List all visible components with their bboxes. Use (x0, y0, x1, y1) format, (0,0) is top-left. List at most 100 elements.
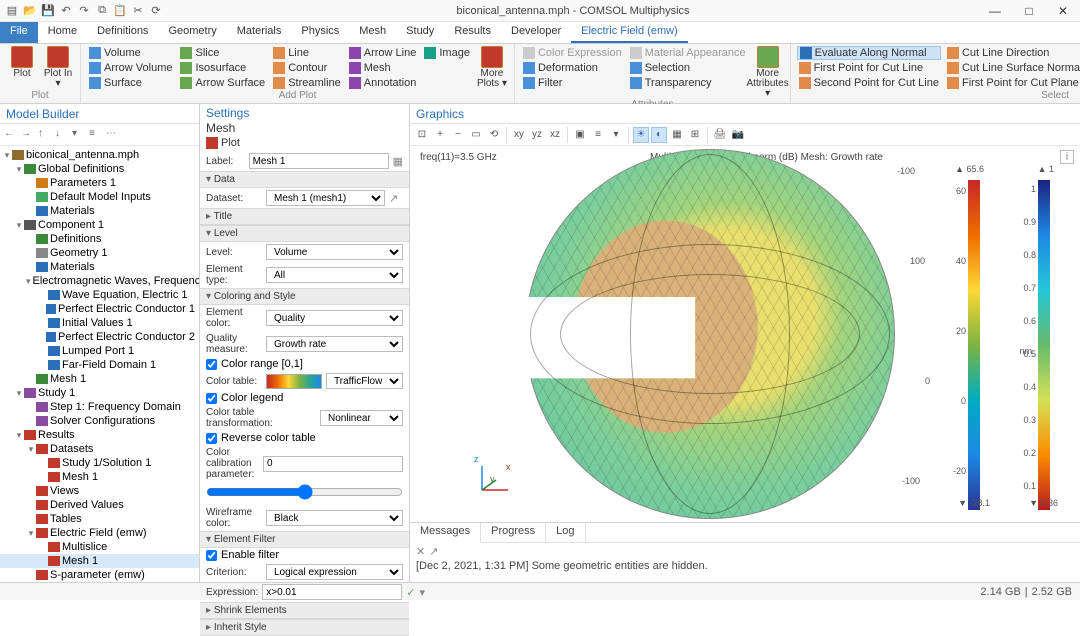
tree-node[interactable]: ▾Component 1 (0, 218, 199, 232)
arrow-line-button[interactable]: Arrow Line (347, 46, 419, 60)
color-range-checkbox[interactable] (206, 359, 217, 370)
elcolor-select[interactable]: Quality (266, 310, 403, 326)
more-plots-button[interactable]: More Plots ▾ (476, 46, 508, 89)
section-inherit[interactable]: Inherit Style (200, 619, 409, 636)
plot-in-button[interactable]: Plot In ▾ (42, 46, 74, 89)
tab-messages[interactable]: Messages (410, 523, 481, 543)
qat-copy-icon[interactable]: ⧉ (94, 3, 110, 19)
settings-plot-button[interactable]: Plot (206, 137, 403, 149)
surface-button[interactable]: Surface (87, 76, 174, 90)
tree-node[interactable]: Mesh 1 (0, 470, 199, 484)
image-button[interactable]: Image (422, 46, 472, 60)
tab-home[interactable]: Home (38, 22, 87, 43)
label-toggle-icon[interactable]: ▦ (393, 155, 403, 168)
tab-mesh[interactable]: Mesh (349, 22, 396, 43)
deformation-button[interactable]: Deformation (521, 61, 624, 75)
evaluate-along-normal-button[interactable]: Evaluate Along Normal (797, 46, 941, 60)
expr-validate-icon[interactable]: ✓ (406, 586, 415, 599)
section-data[interactable]: Data (200, 171, 409, 188)
ctable-select[interactable]: TrafficFlow (326, 373, 403, 389)
streamline-button[interactable]: Streamline (271, 76, 343, 90)
tree-node[interactable]: Lumped Port 1 (0, 344, 199, 358)
line-button[interactable]: Line (271, 46, 343, 60)
mesh-button[interactable]: Mesh (347, 61, 419, 75)
tab-results[interactable]: Results (444, 22, 501, 43)
tree-node[interactable]: Mesh 1 (0, 372, 199, 386)
tree-node[interactable]: Far-Field Domain 1 (0, 358, 199, 372)
tree-node[interactable]: Step 1: Frequency Domain (0, 400, 199, 414)
zoom-extents-icon[interactable]: ⊡ (414, 127, 430, 143)
section-title[interactable]: Title (200, 208, 409, 225)
transparency-button[interactable]: Transparency (628, 76, 748, 90)
tree-node[interactable]: ▾Study 1 (0, 386, 199, 400)
tree-node[interactable]: Study 1/Solution 1 (0, 456, 199, 470)
dataset-select[interactable]: Mesh 1 (mesh1) (266, 190, 385, 206)
grid-icon[interactable]: ⊞ (687, 127, 703, 143)
close-button[interactable]: ✕ (1050, 1, 1076, 21)
cut-line-direction-button[interactable]: Cut Line Direction (945, 46, 1080, 60)
tab-progress[interactable]: Progress (481, 523, 546, 542)
camera-icon[interactable]: 📷 (730, 127, 746, 143)
selection-button[interactable]: Selection (628, 61, 748, 75)
tree-node[interactable]: ▾Electromagnetic Waves, Frequency Domain (0, 274, 199, 288)
tree-node[interactable]: ▾biconical_antenna.mph (0, 148, 199, 162)
tree-node[interactable]: Tables (0, 512, 199, 526)
label-input[interactable] (249, 153, 389, 169)
tree-node[interactable]: Default Model Inputs (0, 190, 199, 204)
tab-materials[interactable]: Materials (227, 22, 292, 43)
ctrans-select[interactable]: Nonlinear (320, 410, 403, 426)
mb-nav-back-icon[interactable]: ← (4, 128, 18, 142)
section-level[interactable]: Level (200, 225, 409, 242)
tab-electric-field[interactable]: Electric Field (emw) (571, 22, 688, 43)
wirecolor-select[interactable]: Black (266, 510, 403, 526)
tab-geometry[interactable]: Geometry (158, 22, 226, 43)
tree-node[interactable]: Perfect Electric Conductor 2 (0, 330, 199, 344)
plot-button[interactable]: Plot (6, 46, 38, 79)
transparency-toggle-icon[interactable]: ◐ (651, 127, 667, 143)
tab-file[interactable]: File (0, 22, 38, 43)
reverse-ctable-checkbox[interactable] (206, 433, 217, 444)
tab-developer[interactable]: Developer (501, 22, 571, 43)
qat-redo-icon[interactable]: ↷ (76, 3, 92, 19)
cut-line-surface-normal-button[interactable]: Cut Line Surface Normal (945, 61, 1080, 75)
qat-paste-icon[interactable]: 📋 (112, 3, 128, 19)
tree-node[interactable]: ▾Global Definitions (0, 162, 199, 176)
section-filter[interactable]: Element Filter (200, 531, 409, 548)
first-point-cut-line-button[interactable]: First Point for Cut Line (797, 61, 941, 75)
tree-node[interactable]: Parameters 1 (0, 176, 199, 190)
qmeasure-select[interactable]: Growth rate (266, 336, 403, 352)
calib-slider[interactable] (206, 484, 403, 500)
minimize-button[interactable]: — (982, 1, 1008, 21)
select-icon[interactable]: ▣ (572, 127, 588, 143)
xz-view-icon[interactable]: xz (547, 127, 563, 143)
msg-goto-icon[interactable]: ↗ (429, 545, 438, 558)
graphics-canvas[interactable]: freq(11)=3.5 GHz Multislice: Electric fi… (410, 146, 1080, 522)
tree-node[interactable]: Geometry 1 (0, 246, 199, 260)
mb-collapse-icon[interactable]: ≡ (89, 128, 103, 142)
tree-node[interactable]: Derived Values (0, 498, 199, 512)
color-legend-checkbox[interactable] (206, 393, 217, 404)
msg-clear-icon[interactable]: ✕ (416, 545, 425, 558)
wireframe-icon[interactable]: ▦ (669, 127, 685, 143)
slice-button[interactable]: Slice (178, 46, 267, 60)
rotate-icon[interactable]: ⟲ (486, 127, 502, 143)
mb-down-icon[interactable]: ↓ (55, 128, 69, 142)
enable-filter-checkbox[interactable] (206, 550, 217, 561)
tab-study[interactable]: Study (396, 22, 444, 43)
first-point-cut-plane-normal-button[interactable]: First Point for Cut Plane Normal (945, 76, 1080, 90)
arrow-volume-button[interactable]: Arrow Volume (87, 61, 174, 75)
graphics-info-icon[interactable]: i (1060, 150, 1074, 164)
mb-more-icon[interactable]: ⋯ (106, 128, 120, 142)
arrow-surface-button[interactable]: Arrow Surface (178, 76, 267, 90)
criterion-select[interactable]: Logical expression (266, 564, 403, 580)
zoom-out-icon[interactable]: − (450, 127, 466, 143)
tree-node[interactable]: Perfect Electric Conductor 1 (0, 302, 199, 316)
contour-button[interactable]: Contour (271, 61, 343, 75)
tree-node[interactable]: S-parameter (emw) (0, 568, 199, 582)
tree-node[interactable]: Materials (0, 204, 199, 218)
print-icon[interactable]: 🖨 (712, 127, 728, 143)
material-appearance-button[interactable]: Material Appearance (628, 46, 748, 60)
section-shrink[interactable]: Shrink Elements (200, 602, 409, 619)
tree-node[interactable]: ▾Datasets (0, 442, 199, 456)
tab-physics[interactable]: Physics (291, 22, 349, 43)
